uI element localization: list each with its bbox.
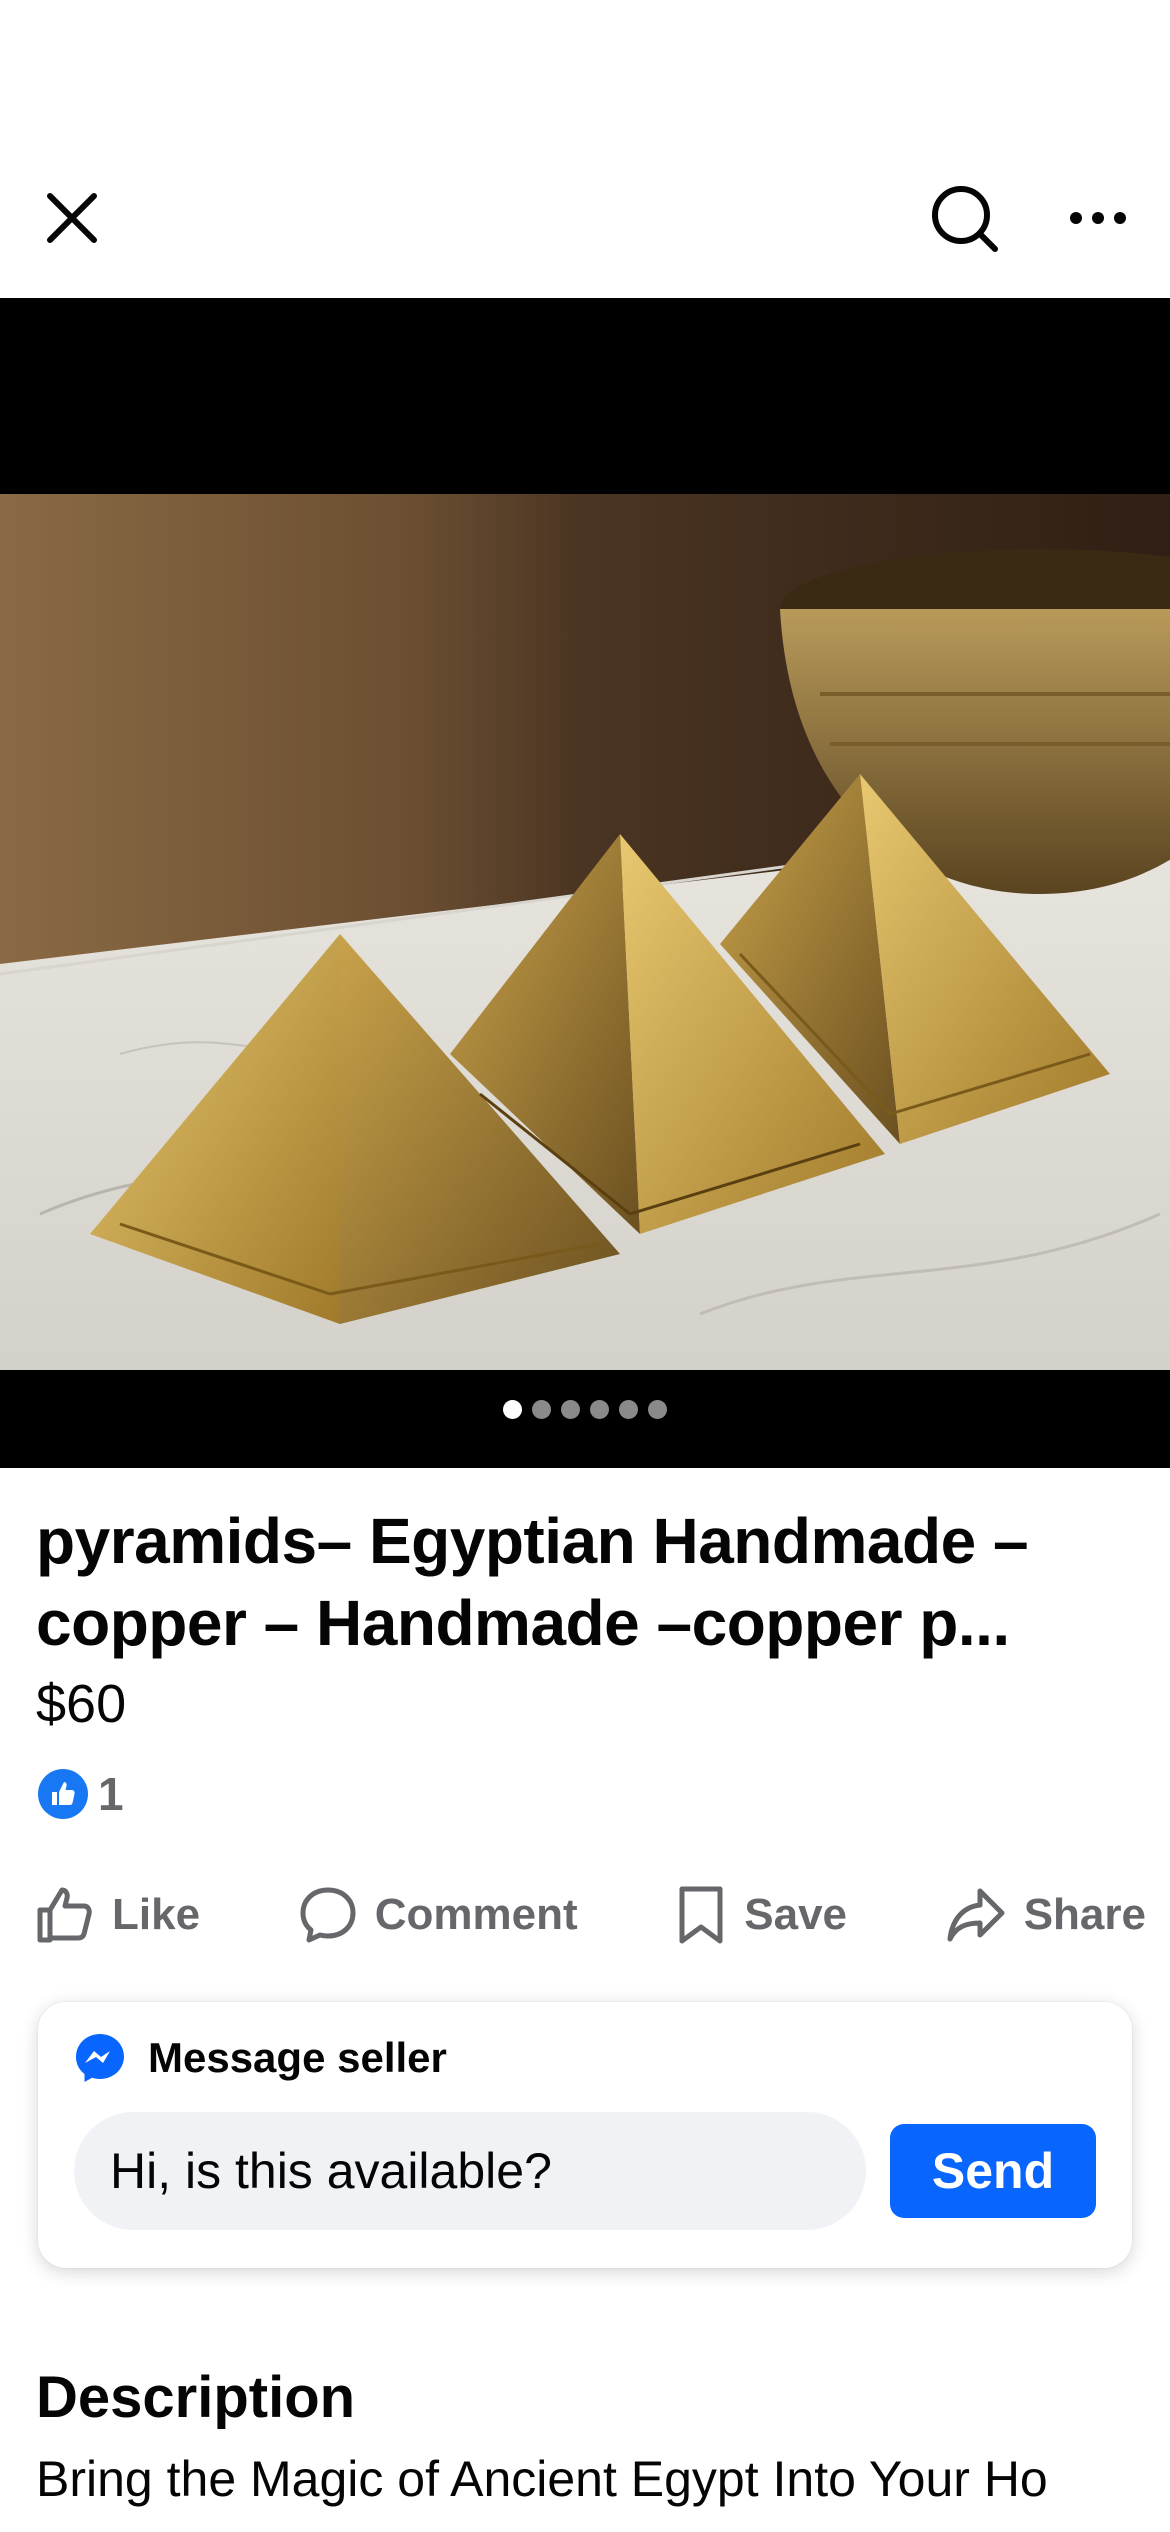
reaction-summary[interactable]: 1: [38, 1766, 124, 1822]
thumbs-up-icon: [37, 1887, 92, 1943]
share-icon: [947, 1888, 1005, 1942]
comment-icon: [300, 1887, 356, 1943]
save-button[interactable]: Save: [676, 1885, 847, 1945]
action-bar: Like Comment Save Share: [36, 1880, 1146, 1950]
like-button[interactable]: Like: [36, 1886, 200, 1944]
comment-label: Comment: [374, 1890, 578, 1939]
description-heading: Description: [36, 2365, 356, 2430]
send-button[interactable]: Send: [890, 2124, 1096, 2218]
close-button[interactable]: [30, 176, 114, 260]
description-text: Bring the Magic of Ancient Egypt Into Yo…: [36, 2451, 1048, 2507]
carousel-dot[interactable]: [532, 1400, 551, 1419]
share-label: Share: [1023, 1890, 1146, 1939]
reaction-count: 1: [98, 1768, 124, 1820]
comment-button[interactable]: Comment: [299, 1886, 578, 1944]
carousel-dot[interactable]: [503, 1400, 522, 1419]
messenger-icon: [76, 2034, 124, 2082]
message-seller-header: Message seller: [74, 2032, 447, 2084]
share-button[interactable]: Share: [946, 1887, 1146, 1943]
message-input[interactable]: [74, 2112, 866, 2230]
listing-price: $60: [36, 1674, 127, 1734]
bookmark-icon: [679, 1886, 723, 1944]
message-seller-card: Message seller Send: [38, 2002, 1132, 2268]
carousel-dot[interactable]: [619, 1400, 638, 1419]
search-button[interactable]: [920, 174, 1010, 264]
media-carousel[interactable]: [0, 298, 1170, 1468]
product-photo[interactable]: [0, 494, 1170, 1370]
message-seller-title: Message seller: [148, 2034, 447, 2081]
carousel-indicator: [0, 1400, 1170, 1424]
more-options-button[interactable]: [1060, 180, 1136, 256]
top-bar: [0, 0, 1170, 298]
save-label: Save: [744, 1890, 848, 1939]
like-label: Like: [112, 1890, 201, 1939]
close-icon: [47, 193, 97, 243]
like-reaction-icon: [38, 1769, 88, 1819]
carousel-dot[interactable]: [648, 1400, 667, 1419]
carousel-dot[interactable]: [590, 1400, 609, 1419]
more-options-icon: [1070, 212, 1126, 224]
search-icon: [932, 186, 998, 252]
listing-title: pyramids– Egyptian Handmade –copper – Ha…: [36, 1505, 1029, 1659]
carousel-dot[interactable]: [561, 1400, 580, 1419]
